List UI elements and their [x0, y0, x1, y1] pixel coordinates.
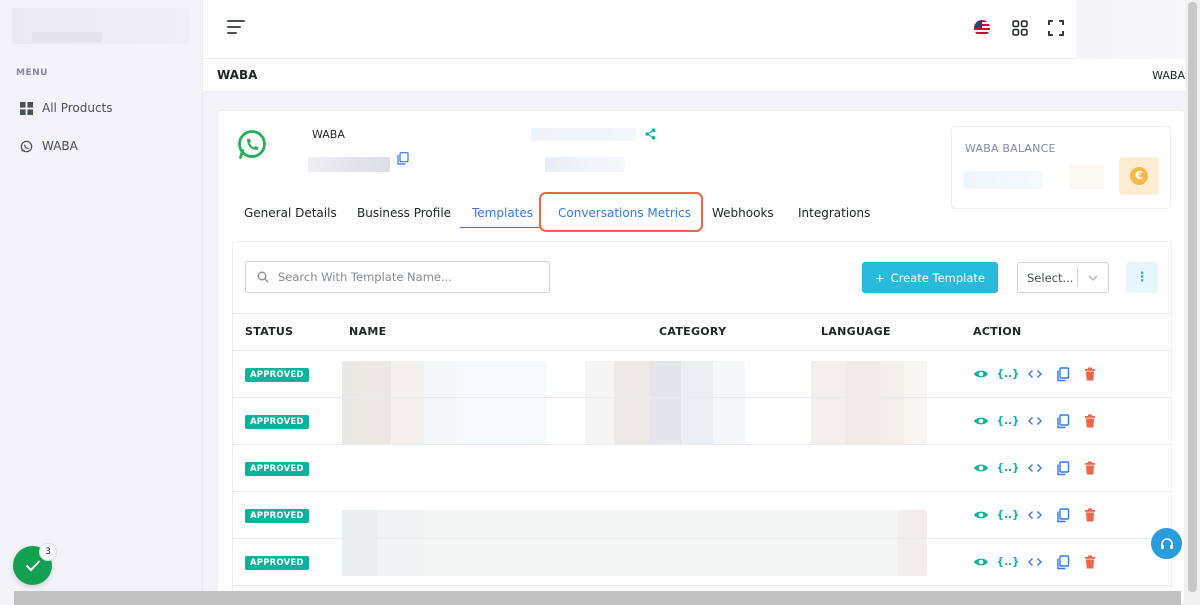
copy-icon[interactable]: [1055, 413, 1071, 429]
trash-icon[interactable]: [1082, 413, 1098, 429]
table-row[interactable]: APPROVED {..}: [233, 492, 1173, 539]
account-id-redacted: [308, 157, 390, 172]
code-icon[interactable]: [1027, 507, 1043, 523]
column-category[interactable]: CATEGORY: [659, 325, 726, 338]
page-title-bar: WABA WABA: [203, 59, 1200, 92]
horizontal-scrollbar[interactable]: [14, 591, 1181, 605]
copy-icon[interactable]: [1055, 366, 1071, 382]
tab-webhooks[interactable]: Webhooks: [712, 206, 774, 220]
notification-count-badge: 3: [39, 543, 57, 561]
sidebar: MENU All Products WABA: [0, 0, 203, 605]
whatsapp-icon: [20, 140, 33, 152]
copy-icon[interactable]: [1055, 554, 1071, 570]
copy-icon[interactable]: [1055, 507, 1071, 523]
status-badge: APPROVED: [245, 415, 309, 429]
search-icon: [257, 271, 269, 283]
balance-title: WABA BALANCE: [965, 142, 1056, 155]
trash-icon[interactable]: [1082, 507, 1098, 523]
create-template-label: Create Template: [890, 270, 985, 285]
vertical-scrollbar-thumb[interactable]: [1188, 2, 1197, 592]
copy-icon[interactable]: [1055, 460, 1071, 476]
column-name[interactable]: NAME: [349, 325, 386, 338]
active-tab-indicator: [460, 227, 540, 228]
phone-number-redacted: [531, 128, 636, 141]
variables-icon[interactable]: {..}: [997, 413, 1020, 429]
search-input[interactable]: [278, 270, 538, 284]
templates-panel: + Create Template Select... ⋮ STATUS NAM…: [232, 241, 1173, 605]
filter-select[interactable]: Select...: [1017, 262, 1109, 293]
eye-icon[interactable]: [973, 413, 989, 429]
us-flag-icon[interactable]: [974, 20, 990, 36]
balance-card: WABA BALANCE €: [951, 126, 1171, 209]
status-badge: APPROVED: [245, 462, 309, 476]
whatsapp-logo-icon: [238, 130, 266, 159]
tab-business-profile[interactable]: Business Profile: [357, 206, 451, 220]
sidebar-item-all-products[interactable]: All Products: [20, 101, 113, 115]
checkmark-icon: [25, 560, 40, 572]
status-badge: APPROVED: [245, 368, 309, 382]
euro-icon: €: [1130, 167, 1148, 185]
user-profile[interactable]: [1077, 0, 1187, 60]
code-icon[interactable]: [1027, 413, 1043, 429]
eye-icon[interactable]: [973, 554, 989, 570]
column-action: ACTION: [973, 325, 1022, 338]
tab-conversations-metrics[interactable]: Conversations Metrics: [558, 206, 691, 220]
breadcrumb[interactable]: WABA: [1152, 69, 1185, 82]
tab-general-details[interactable]: General Details: [244, 206, 337, 220]
search-box[interactable]: [245, 261, 550, 293]
variables-icon[interactable]: {..}: [997, 366, 1020, 382]
sidebar-item-label: All Products: [42, 101, 113, 115]
menu-title: MENU: [16, 68, 48, 78]
sidebar-item-label: WABA: [42, 139, 78, 153]
brand-logo-subtext: [32, 32, 102, 42]
table-row[interactable]: APPROVED {..}: [233, 398, 1173, 445]
headset-icon: [1160, 537, 1173, 549]
more-options-icon[interactable]: ⋮: [1126, 262, 1158, 293]
table-header: STATUS NAME CATEGORY LANGUAGE ACTION: [233, 313, 1173, 351]
tab-templates[interactable]: Templates: [472, 206, 533, 220]
status-redacted: [545, 157, 625, 172]
variables-icon[interactable]: {..}: [997, 460, 1020, 476]
trash-icon[interactable]: [1082, 460, 1098, 476]
column-status[interactable]: STATUS: [245, 325, 293, 338]
table-row[interactable]: APPROVED {..}: [233, 445, 1173, 492]
fullscreen-icon[interactable]: [1047, 19, 1065, 37]
trash-icon[interactable]: [1082, 366, 1098, 382]
apps-grid-icon[interactable]: [1011, 19, 1029, 37]
status-badge: APPROVED: [245, 556, 309, 570]
variables-icon[interactable]: {..}: [997, 554, 1020, 570]
column-language[interactable]: LANGUAGE: [821, 325, 891, 338]
eye-icon[interactable]: [973, 507, 989, 523]
code-icon[interactable]: [1027, 554, 1043, 570]
table-row[interactable]: APPROVED {..}: [233, 539, 1173, 586]
select-value: Select...: [1027, 270, 1074, 285]
sidebar-item-waba[interactable]: WABA: [20, 139, 78, 153]
copy-icon[interactable]: [397, 152, 409, 165]
table-row[interactable]: APPROVED {..}: [233, 351, 1173, 398]
page-title: WABA: [217, 68, 258, 82]
account-name: WABA: [312, 128, 345, 141]
tab-integrations[interactable]: Integrations: [798, 206, 870, 220]
variables-icon[interactable]: {..}: [997, 507, 1020, 523]
top-bar: [203, 0, 1200, 60]
eye-icon[interactable]: [973, 366, 989, 382]
status-badge: APPROVED: [245, 509, 309, 523]
create-template-button[interactable]: + Create Template: [862, 262, 998, 293]
code-icon[interactable]: [1027, 460, 1043, 476]
trash-icon[interactable]: [1082, 554, 1098, 570]
support-headset-button[interactable]: [1151, 528, 1182, 559]
eye-icon[interactable]: [973, 460, 989, 476]
hamburger-menu-icon[interactable]: [227, 20, 245, 36]
plus-icon: +: [875, 270, 885, 285]
waba-detail-card: WABA WABA BALANCE € General Details Busi…: [217, 110, 1185, 605]
share-icon[interactable]: [645, 128, 656, 140]
currency-badge: €: [1119, 157, 1159, 195]
balance-aux-redacted: [1070, 165, 1104, 189]
grid-icon: [20, 101, 33, 115]
balance-amount-redacted: [963, 171, 1043, 189]
code-icon[interactable]: [1027, 366, 1043, 382]
chevron-down-icon[interactable]: [1078, 275, 1108, 281]
